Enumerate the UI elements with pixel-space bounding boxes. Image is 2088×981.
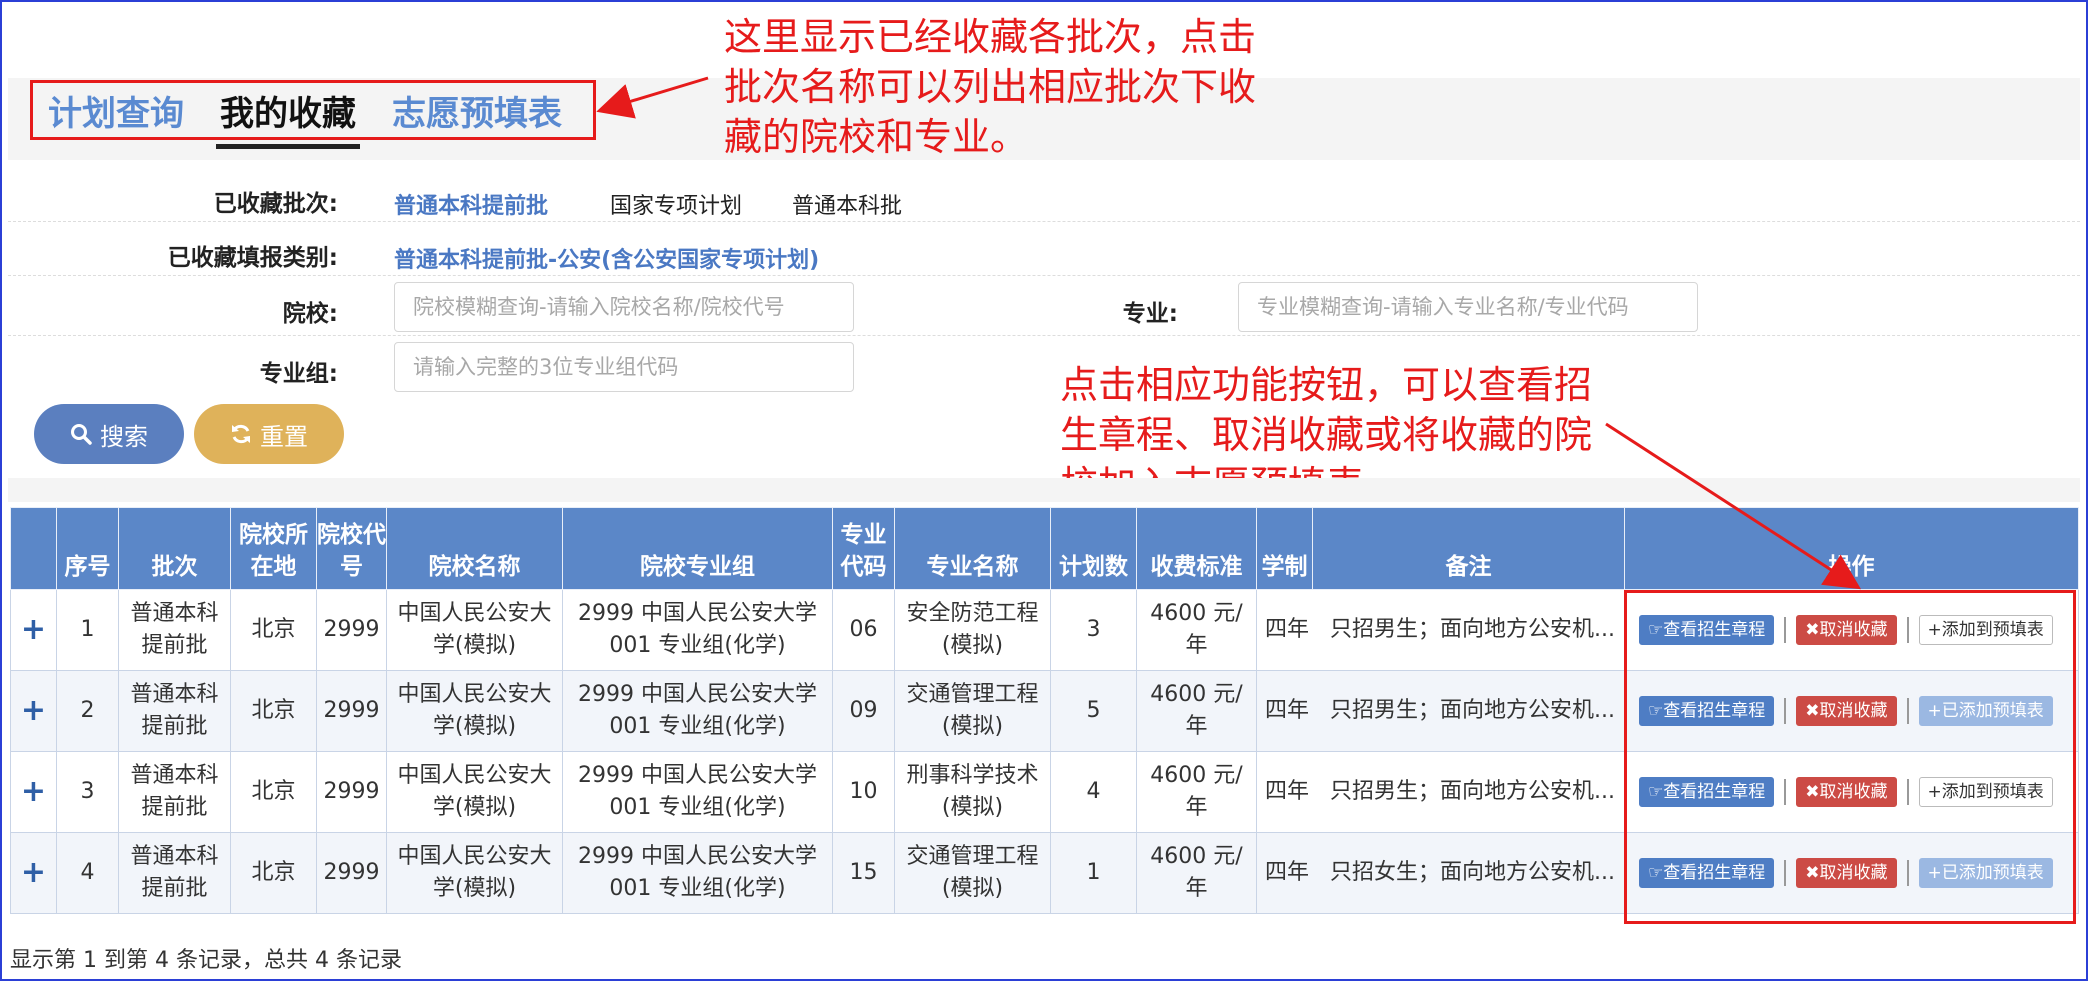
category-label: 已收藏填报类别:	[167, 245, 338, 271]
category-option[interactable]: 普通本科提前批-公安(含公安国家专项计划)	[394, 242, 819, 274]
th-plan: 计划数	[1050, 507, 1137, 590]
cell-years-remark: 四年 只招男生；面向地方公安机...	[1256, 670, 1625, 752]
cell-major-code: 15	[832, 832, 895, 914]
pagination-summary: 显示第 1 到第 4 条记录，总共 4 条记录	[10, 948, 402, 973]
cell-remark: 只招女生；面向地方公安机...	[1330, 860, 1615, 885]
cell-fee: 4600 元/年	[1136, 832, 1257, 914]
cell-major-name: 交通管理工程(模拟)	[894, 832, 1051, 914]
th-remark: 备注	[1312, 507, 1625, 590]
cell-fee: 4600 元/年	[1136, 751, 1257, 833]
cell-batch: 普通本科提前批	[118, 670, 231, 752]
cell-group: 2999 中国人民公安大学 001 专业组(化学)	[562, 670, 833, 752]
th-expand	[10, 507, 57, 590]
school-label: 院校:	[282, 301, 338, 327]
cell-plan: 3	[1050, 589, 1137, 671]
search-button-label: 搜索	[100, 422, 148, 451]
cell-school-name: 中国人民公安大学(模拟)	[386, 670, 563, 752]
cell-remark: 只招男生；面向地方公安机...	[1330, 617, 1615, 642]
cell-batch: 普通本科提前批	[118, 751, 231, 833]
reset-button-label: 重置	[260, 422, 308, 451]
section-divider	[8, 478, 2080, 502]
cell-location: 北京	[230, 589, 317, 671]
th-major: 专业名称	[894, 507, 1051, 590]
th-ops: 操作	[1624, 507, 2079, 590]
filter-form: 已收藏批次: 普通本科提前批 国家专项计划 普通本科批 已收藏填报类别: 普通本…	[8, 168, 2080, 396]
cell-school-name: 中国人民公安大学(模拟)	[386, 589, 563, 671]
cell-seq: 4	[56, 832, 119, 914]
expand-row-icon[interactable]: +	[10, 670, 57, 752]
cell-plan: 1	[1050, 832, 1137, 914]
th-years: 学制	[1256, 507, 1313, 590]
cell-years: 四年	[1265, 617, 1310, 642]
table-header: 序号 批次 院校所在地 院校代号 院校名称 院校专业组 专业代码 专业名称 计划…	[10, 507, 2079, 590]
th-seq: 序号	[56, 507, 119, 590]
th-location: 院校所在地	[230, 507, 317, 590]
th-fee: 收费标准	[1136, 507, 1257, 590]
cell-seq: 3	[56, 751, 119, 833]
cell-years-remark: 四年 只招男生；面向地方公安机...	[1256, 589, 1625, 671]
cell-major-code: 10	[832, 751, 895, 833]
search-button[interactable]: 搜索	[34, 404, 184, 464]
th-code: 院校代号	[316, 507, 387, 590]
cell-location: 北京	[230, 751, 317, 833]
cell-remark: 只招男生；面向地方公安机...	[1330, 779, 1615, 804]
expand-row-icon[interactable]: +	[10, 589, 57, 671]
cell-major-code: 06	[832, 589, 895, 671]
major-label: 专业:	[1122, 301, 1178, 327]
cell-group: 2999 中国人民公安大学 001 专业组(化学)	[562, 751, 833, 833]
cell-batch: 普通本科提前批	[118, 589, 231, 671]
expand-row-icon[interactable]: +	[10, 832, 57, 914]
cell-seq: 2	[56, 670, 119, 752]
cell-fee: 4600 元/年	[1136, 589, 1257, 671]
cell-school-name: 中国人民公安大学(模拟)	[386, 832, 563, 914]
cell-school-code: 2999	[316, 589, 387, 671]
cell-years-remark: 四年 只招女生；面向地方公安机...	[1256, 832, 1625, 914]
cell-plan: 5	[1050, 670, 1137, 752]
th-batch: 批次	[118, 507, 231, 590]
reset-button[interactable]: 重置	[194, 404, 344, 464]
th-major-code: 专业代码	[832, 507, 895, 590]
cell-years-remark: 四年 只招男生；面向地方公安机...	[1256, 751, 1625, 833]
group-label: 专业组:	[259, 361, 338, 387]
cell-remark: 只招男生；面向地方公安机...	[1330, 698, 1615, 723]
annotation-batches: 这里显示已经收藏各批次，点击批次名称可以列出相应批次下收藏的院校和专业。	[724, 15, 1257, 159]
cell-major-name: 交通管理工程(模拟)	[894, 670, 1051, 752]
school-major-row: 院校: 专业:	[8, 276, 2080, 336]
group-code-input[interactable]	[394, 342, 854, 392]
cell-years: 四年	[1265, 698, 1310, 723]
group-row: 专业组:	[8, 336, 2080, 396]
cell-plan: 4	[1050, 751, 1137, 833]
cell-years: 四年	[1265, 860, 1310, 885]
tabs-highlight-box	[30, 80, 596, 140]
th-school: 院校名称	[386, 507, 563, 590]
th-group: 院校专业组	[562, 507, 833, 590]
cell-major-name: 安全防范工程(模拟)	[894, 589, 1051, 671]
category-row: 已收藏填报类别: 普通本科提前批-公安(含公安国家专项计划)	[8, 222, 2080, 276]
cell-location: 北京	[230, 670, 317, 752]
cell-school-code: 2999	[316, 832, 387, 914]
cell-location: 北京	[230, 832, 317, 914]
cell-batch: 普通本科提前批	[118, 832, 231, 914]
batch-row: 已收藏批次: 普通本科提前批 国家专项计划 普通本科批	[8, 168, 2080, 222]
batch-label: 已收藏批次:	[213, 191, 338, 217]
cell-years: 四年	[1265, 779, 1310, 804]
cell-fee: 4600 元/年	[1136, 670, 1257, 752]
cell-school-code: 2999	[316, 751, 387, 833]
batch-option-national[interactable]: 国家专项计划	[610, 188, 742, 220]
cell-seq: 1	[56, 589, 119, 671]
search-icon	[71, 424, 92, 445]
cell-school-name: 中国人民公安大学(模拟)	[386, 751, 563, 833]
cell-group: 2999 中国人民公安大学 001 专业组(化学)	[562, 832, 833, 914]
batch-option-regular[interactable]: 普通本科批	[792, 188, 902, 220]
major-search-input-field[interactable]	[1238, 282, 1698, 332]
cell-major-code: 09	[832, 670, 895, 752]
cell-group: 2999 中国人民公安大学 001 专业组(化学)	[562, 589, 833, 671]
cell-major-name: 刑事科学技术(模拟)	[894, 751, 1051, 833]
refresh-icon	[232, 424, 250, 444]
batch-option-early[interactable]: 普通本科提前批	[394, 188, 548, 220]
ops-highlight-box	[1624, 590, 2076, 924]
cell-school-code: 2999	[316, 670, 387, 752]
expand-row-icon[interactable]: +	[10, 751, 57, 833]
school-search-input-field[interactable]	[394, 282, 854, 332]
